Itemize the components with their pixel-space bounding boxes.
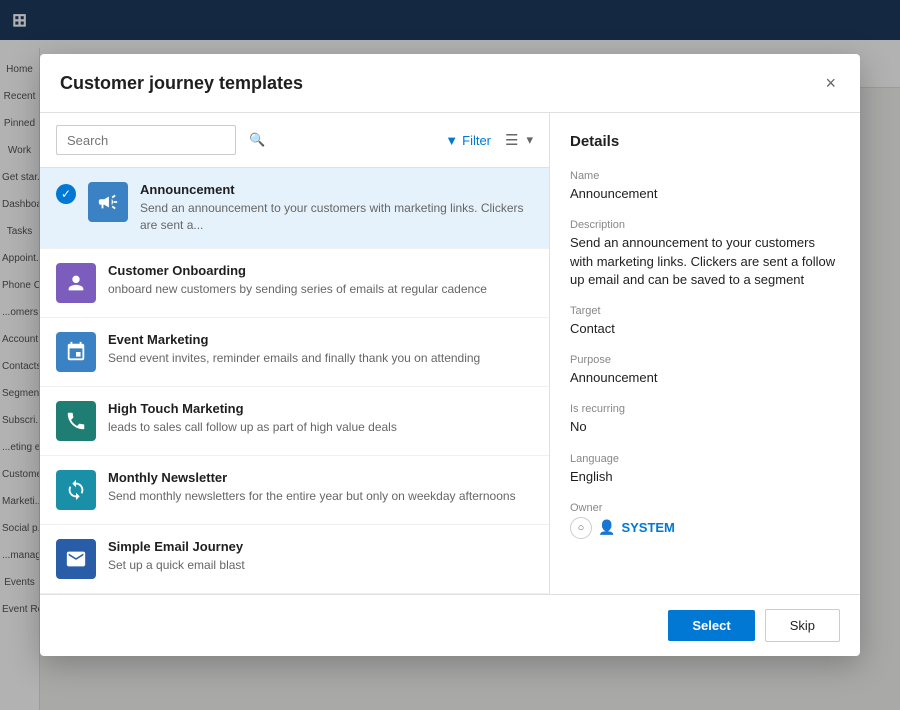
template-list-panel: 🔍 ▼ Filter ☰ ▾ ✓ — [40, 113, 550, 594]
modal-body: 🔍 ▼ Filter ☰ ▾ ✓ — [40, 113, 860, 594]
high-touch-marketing-template-icon — [56, 401, 96, 441]
modal-header: Customer journey templates × — [40, 54, 860, 113]
customer-journey-templates-modal: Customer journey templates × 🔍 ▼ Filter — [40, 54, 860, 656]
owner-icon: ○ — [570, 517, 592, 539]
template-item-announcement[interactable]: ✓ Announcement Send an announcement to y… — [40, 168, 549, 249]
simple-email-template-info: Simple Email Journey Set up a quick emai… — [108, 539, 533, 574]
details-panel: Details Name Announcement Description Se… — [550, 113, 860, 594]
owner-link[interactable]: SYSTEM — [621, 520, 674, 535]
monthly-newsletter-template-icon — [56, 470, 96, 510]
owner-person-icon: 👤 — [598, 519, 615, 536]
select-button[interactable]: Select — [668, 610, 754, 641]
template-item-customer-onboarding[interactable]: Customer Onboarding onboard new customer… — [40, 249, 549, 318]
sort-desc-button[interactable]: ▾ — [526, 132, 533, 148]
owner-wrap: ○ 👤 SYSTEM — [570, 517, 840, 539]
detail-name-field: Name Announcement — [570, 170, 840, 203]
announcement-template-info: Announcement Send an announcement to you… — [140, 182, 533, 234]
event-marketing-template-info: Event Marketing Send event invites, remi… — [108, 332, 533, 367]
announcement-template-icon — [88, 182, 128, 222]
modal-overlay: Customer journey templates × 🔍 ▼ Filter — [0, 0, 900, 710]
skip-button[interactable]: Skip — [765, 609, 840, 642]
filter-button[interactable]: ▼ Filter — [439, 129, 497, 152]
event-marketing-template-icon — [56, 332, 96, 372]
template-item-simple-email[interactable]: Simple Email Journey Set up a quick emai… — [40, 525, 549, 594]
detail-language-field: Language English — [570, 453, 840, 486]
detail-recurring-field: Is recurring No — [570, 403, 840, 436]
detail-target-field: Target Contact — [570, 305, 840, 338]
detail-purpose-field: Purpose Announcement — [570, 354, 840, 387]
monthly-newsletter-template-info: Monthly Newsletter Send monthly newslett… — [108, 470, 533, 505]
template-item-high-touch-marketing[interactable]: High Touch Marketing leads to sales call… — [40, 387, 549, 456]
modal-footer: Select Skip — [40, 594, 860, 656]
template-items: ✓ Announcement Send an announcement to y… — [40, 168, 549, 594]
customer-onboarding-template-icon — [56, 263, 96, 303]
filter-icon: ▼ — [445, 133, 458, 148]
modal-close-button[interactable]: × — [821, 70, 840, 96]
search-input[interactable] — [67, 133, 243, 148]
filter-bar: ▼ Filter ☰ ▾ — [439, 129, 533, 152]
customer-onboarding-template-info: Customer Onboarding onboard new customer… — [108, 263, 533, 298]
modal-title: Customer journey templates — [60, 73, 303, 94]
detail-description-field: Description Send an announcement to your… — [570, 219, 840, 289]
search-bar: 🔍 ▼ Filter ☰ ▾ — [40, 113, 549, 168]
template-item-event-marketing[interactable]: Event Marketing Send event invites, remi… — [40, 318, 549, 387]
detail-owner-field: Owner ○ 👤 SYSTEM — [570, 502, 840, 539]
sort-button[interactable]: ☰ — [505, 131, 518, 149]
template-item-monthly-newsletter[interactable]: Monthly Newsletter Send monthly newslett… — [40, 456, 549, 525]
search-icon: 🔍 — [249, 132, 265, 148]
template-selected-indicator: ✓ — [56, 184, 76, 204]
simple-email-template-icon — [56, 539, 96, 579]
search-input-wrap[interactable]: 🔍 — [56, 125, 236, 155]
high-touch-marketing-template-info: High Touch Marketing leads to sales call… — [108, 401, 533, 436]
